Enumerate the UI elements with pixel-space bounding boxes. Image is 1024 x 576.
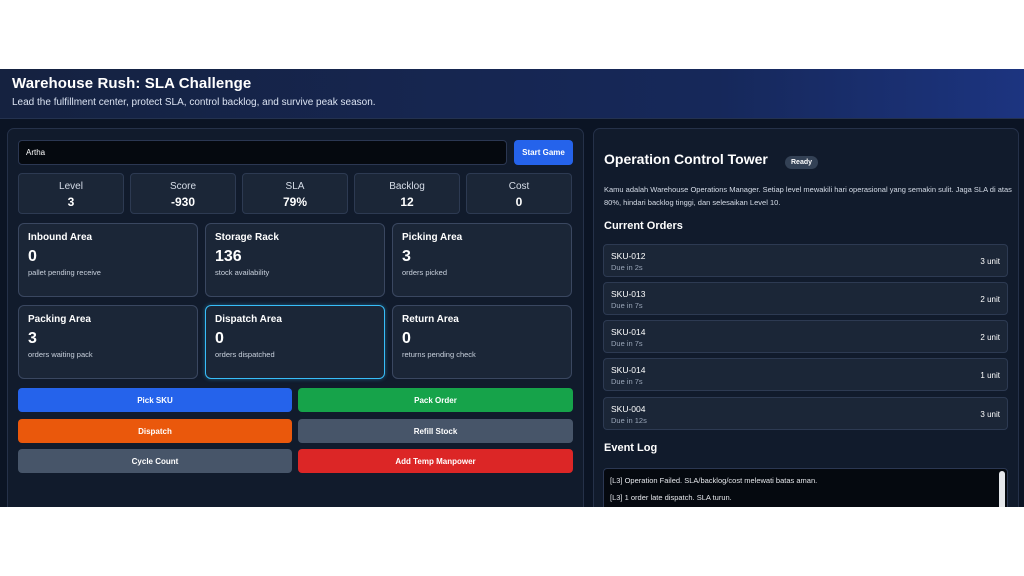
event-log-heading: Event Log: [604, 442, 658, 454]
order-sku: SKU-013: [611, 289, 646, 299]
area-value: 3: [28, 330, 37, 347]
status-badge: Ready: [785, 156, 819, 169]
page-subtitle: Lead the fulfillment center, protect SLA…: [12, 97, 376, 108]
game-description: Kamu adalah Warehouse Operations Manager…: [604, 185, 1012, 207]
stat-label: Backlog: [389, 181, 425, 192]
order-sku: SKU-014: [611, 327, 646, 337]
order-sku: SKU-014: [611, 365, 646, 375]
area-caption: orders dispatched: [215, 350, 275, 359]
order-due: Due in 2s: [611, 263, 643, 272]
event-log[interactable]: [L3] Operation Failed. SLA/backlog/cost …: [603, 468, 1008, 507]
area-inbound[interactable]: Inbound Area 0 pallet pending receive: [18, 223, 198, 297]
stat-value: 12: [400, 195, 414, 209]
area-caption: orders waiting pack: [28, 350, 93, 359]
order-qty: 3 unit: [980, 410, 1000, 419]
log-entry: [L3] Operation Failed. SLA/backlog/cost …: [610, 476, 818, 485]
stat-backlog: Backlog 12: [354, 173, 460, 214]
order-item: SKU-014 Due in 7s 1 unit: [603, 358, 1008, 391]
add-temp-manpower-button[interactable]: Add Temp Manpower: [298, 449, 573, 473]
area-title: Storage Rack: [215, 232, 279, 243]
order-qty: 1 unit: [980, 371, 1000, 380]
area-packing[interactable]: Packing Area 3 orders waiting pack: [18, 305, 198, 379]
order-qty: 3 unit: [980, 257, 1000, 266]
header: Warehouse Rush: SLA Challenge Lead the f…: [0, 69, 1024, 119]
order-due: Due in 7s: [611, 339, 643, 348]
stat-label: Level: [59, 181, 83, 192]
order-due: Due in 7s: [611, 301, 643, 310]
order-due: Due in 12s: [611, 416, 647, 425]
cycle-count-button[interactable]: Cycle Count: [18, 449, 292, 473]
order-item: SKU-004 Due in 12s 3 unit: [603, 397, 1008, 430]
start-game-button[interactable]: Start Game: [514, 140, 573, 165]
stat-cost: Cost 0: [466, 173, 572, 214]
area-title: Inbound Area: [28, 232, 93, 243]
page-title: Warehouse Rush: SLA Challenge: [12, 75, 252, 92]
stat-value: 0: [515, 195, 523, 209]
control-tower-panel: Operation Control Tower Ready Kamu adala…: [593, 128, 1019, 507]
area-dispatch[interactable]: Dispatch Area 0 orders dispatched: [205, 305, 385, 379]
dispatch-button[interactable]: Dispatch: [18, 419, 292, 443]
area-caption: orders picked: [402, 268, 448, 277]
player-name-input[interactable]: [18, 140, 507, 165]
stat-score: Score -930: [130, 173, 236, 214]
pack-order-button[interactable]: Pack Order: [298, 388, 573, 412]
area-picking[interactable]: Picking Area 3 orders picked: [392, 223, 572, 297]
refill-stock-button[interactable]: Refill Stock: [298, 419, 573, 443]
area-caption: pallet pending receive: [28, 268, 101, 277]
log-entry: [L3] 1 order late dispatch. SLA turun.: [610, 493, 732, 502]
area-title: Return Area: [402, 314, 459, 325]
order-item: SKU-013 Due in 7s 2 unit: [603, 282, 1008, 315]
area-value: 0: [215, 330, 224, 347]
stat-label: Score: [169, 181, 197, 192]
stat-label: Cost: [508, 181, 530, 192]
area-title: Packing Area: [28, 314, 91, 325]
stat-value: 3: [67, 195, 75, 209]
order-qty: 2 unit: [980, 333, 1000, 342]
order-due: Due in 7s: [611, 377, 643, 386]
stat-value: 79%: [282, 195, 308, 209]
area-title: Picking Area: [402, 232, 463, 243]
order-item: SKU-014 Due in 7s 2 unit: [603, 320, 1008, 353]
area-caption: returns pending check: [402, 350, 476, 359]
log-scrollbar[interactable]: [999, 471, 1005, 507]
current-orders-heading: Current Orders: [604, 220, 683, 232]
order-qty: 2 unit: [980, 295, 1000, 304]
area-value: 0: [28, 248, 37, 265]
order-sku: SKU-004: [611, 404, 646, 414]
stat-label: SLA: [285, 181, 305, 192]
order-item: SKU-012 Due in 2s 3 unit: [603, 244, 1008, 277]
area-return[interactable]: Return Area 0 returns pending check: [392, 305, 572, 379]
area-caption: stock availability: [215, 268, 270, 277]
game-app: Warehouse Rush: SLA Challenge Lead the f…: [0, 69, 1024, 507]
pick-sku-button[interactable]: Pick SKU: [18, 388, 292, 412]
stat-level: Level 3: [18, 173, 124, 214]
stat-value: -930: [170, 195, 196, 209]
stat-sla: SLA 79%: [242, 173, 348, 214]
area-value: 3: [402, 248, 411, 265]
operations-panel: Start Game Level 3 Score -930 SLA 79% Ba…: [7, 128, 584, 507]
area-title: Dispatch Area: [215, 314, 282, 325]
control-tower-title: Operation Control Tower: [604, 151, 768, 167]
order-sku: SKU-012: [611, 251, 646, 261]
area-value: 0: [402, 330, 411, 347]
area-storage-rack[interactable]: Storage Rack 136 stock availability: [205, 223, 385, 297]
area-value: 136: [215, 248, 242, 265]
